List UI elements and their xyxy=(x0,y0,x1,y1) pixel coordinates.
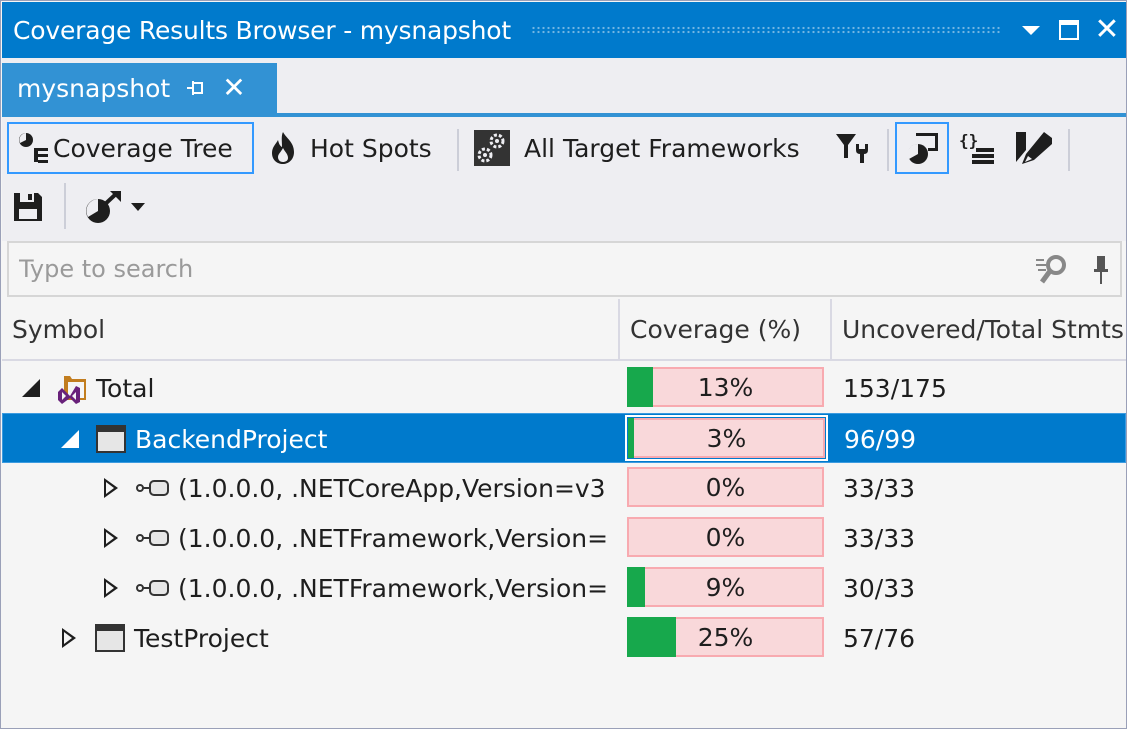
edit-marker-button[interactable] xyxy=(1014,122,1054,174)
collapsed-triangle-icon[interactable] xyxy=(100,563,122,613)
coverage-percent: 25% xyxy=(697,622,754,652)
code-structure-icon: {} xyxy=(958,130,998,166)
project-icon xyxy=(95,423,127,455)
search-box xyxy=(7,241,1122,297)
assembly-icon xyxy=(136,526,170,550)
close-icon: ✕ xyxy=(1094,12,1120,47)
coverage-tree-icon xyxy=(17,130,53,166)
uncovered-total-stmts: 96/99 xyxy=(844,424,917,454)
target-frameworks-label: All Target Frameworks xyxy=(524,133,800,163)
uncovered-total-stmts: 33/33 xyxy=(843,523,916,553)
chevron-down-icon xyxy=(130,202,146,212)
coverage-bar: 0% xyxy=(627,467,824,507)
tree-row[interactable]: (1.0.0.0, .NETCoreApp,Version=v3 0% 33/33 xyxy=(2,463,1126,513)
highlight-coverage-button[interactable] xyxy=(895,122,949,174)
save-button[interactable] xyxy=(12,181,44,233)
hot-spots-label: Hot Spots xyxy=(310,133,432,163)
search-input[interactable] xyxy=(9,255,1034,283)
export-icon xyxy=(84,189,124,225)
flame-icon xyxy=(268,130,298,166)
tree-row[interactable]: BackendProject 3% 96/99 xyxy=(2,413,1126,463)
collapsed-triangle-icon[interactable] xyxy=(58,613,80,663)
target-frameworks-dropdown[interactable]: All Target Frameworks xyxy=(474,122,800,174)
symbol-cell: (1.0.0.0, .NETCoreApp,Version=v3 xyxy=(100,463,712,513)
symbol-label: Total xyxy=(96,373,155,403)
solution-icon xyxy=(56,372,88,404)
maximize-button[interactable] xyxy=(1050,10,1088,50)
coverage-bar: 25% xyxy=(627,617,824,657)
symbol-label: (1.0.0.0, .NETFramework,Version= xyxy=(178,523,609,553)
coverage-bar: 9% xyxy=(627,567,824,607)
symbol-label: (1.0.0.0, .NETFramework,Version= xyxy=(178,573,609,603)
coverage-bar: 0% xyxy=(627,517,824,557)
filter-settings-button[interactable] xyxy=(834,122,870,174)
save-icon xyxy=(12,191,44,223)
window-title: Coverage Results Browser - mysnapshot xyxy=(13,15,511,45)
export-dropdown-button[interactable] xyxy=(84,181,146,233)
title-bar: Coverage Results Browser - mysnapshot ✕ xyxy=(2,2,1126,58)
code-structure-button[interactable]: {} xyxy=(958,122,998,174)
tree-row[interactable]: (1.0.0.0, .NETFramework,Version= 9% 30/33 xyxy=(2,563,1126,613)
coverage-percent: 3% xyxy=(706,423,747,453)
symbol-label: TestProject xyxy=(134,623,269,653)
chevron-down-icon xyxy=(1022,25,1040,35)
tab-mysnapshot[interactable]: mysnapshot ✕ xyxy=(2,63,277,113)
toolbar-separator xyxy=(64,183,66,229)
pin-icon[interactable] xyxy=(186,80,208,96)
toolbar-separator xyxy=(457,129,459,171)
symbol-cell: TestProject xyxy=(58,613,670,663)
coverage-bar: 13% xyxy=(627,367,824,407)
project-icon xyxy=(94,622,126,654)
maximize-icon xyxy=(1059,20,1079,40)
drag-grip[interactable] xyxy=(530,26,1000,34)
coverage-percent: 9% xyxy=(705,572,746,602)
coverage-tree-label: Coverage Tree xyxy=(53,133,233,163)
filter-settings-icon xyxy=(834,130,870,166)
uncovered-total-stmts: 30/33 xyxy=(843,573,916,603)
symbol-label: (1.0.0.0, .NETCoreApp,Version=v3 xyxy=(178,473,606,503)
grid-header: Symbol Coverage (%) Uncovered/Total Stmt… xyxy=(2,299,1126,361)
close-window-button[interactable]: ✕ xyxy=(1088,10,1126,50)
uncovered-total-stmts: 153/175 xyxy=(843,373,947,403)
coverage-percent: 0% xyxy=(705,472,746,502)
svg-text:{}: {} xyxy=(959,131,978,150)
coverage-results-window: Coverage Results Browser - mysnapshot ✕ … xyxy=(0,0,1127,729)
collapsed-triangle-icon[interactable] xyxy=(100,463,122,513)
symbol-label: BackendProject xyxy=(135,424,328,454)
coverage-percent: 13% xyxy=(697,372,754,402)
assembly-icon xyxy=(136,576,170,600)
close-tab-icon[interactable]: ✕ xyxy=(222,74,245,102)
collapsed-triangle-icon[interactable] xyxy=(100,513,122,563)
edit-marker-icon xyxy=(1014,130,1054,166)
highlight-coverage-icon xyxy=(904,130,940,166)
expanded-triangle-icon[interactable] xyxy=(59,414,81,464)
toolbar-separator xyxy=(887,129,889,171)
search-options-icon[interactable] xyxy=(1034,252,1070,286)
uncovered-total-stmts: 57/76 xyxy=(843,623,916,653)
symbol-cell: (1.0.0.0, .NETFramework,Version= xyxy=(100,513,712,563)
tree-row[interactable]: (1.0.0.0, .NETFramework,Version= 0% 33/33 xyxy=(2,513,1126,563)
coverage-bar: 3% xyxy=(625,415,828,461)
toolbar: Coverage Tree Hot Spots All Target Frame… xyxy=(2,117,1126,241)
column-header-symbol[interactable]: Symbol xyxy=(2,299,618,359)
symbol-cell: BackendProject xyxy=(59,414,671,464)
column-header-coverage[interactable]: Coverage (%) xyxy=(620,299,830,359)
uncovered-total-stmts: 33/33 xyxy=(843,473,916,503)
tree-row[interactable]: Total 13% 153/175 xyxy=(2,363,1126,413)
tab-strip: mysnapshot ✕ xyxy=(2,58,1126,118)
column-header-stmts[interactable]: Uncovered/Total Stmts xyxy=(832,299,1126,359)
coverage-percent: 0% xyxy=(705,522,746,552)
toolbar-separator xyxy=(1068,129,1070,171)
hot-spots-button[interactable]: Hot Spots xyxy=(268,122,432,174)
coverage-tree-button[interactable]: Coverage Tree xyxy=(7,122,254,174)
pin-search-icon[interactable] xyxy=(1092,252,1110,286)
tab-label: mysnapshot xyxy=(17,73,171,103)
assembly-icon xyxy=(136,476,170,500)
tree-row[interactable]: TestProject 25% 57/76 xyxy=(2,613,1126,663)
window-dropdown-button[interactable] xyxy=(1012,10,1050,50)
symbol-cell: (1.0.0.0, .NETFramework,Version= xyxy=(100,563,712,613)
gears-icon xyxy=(474,130,510,166)
expanded-triangle-icon[interactable] xyxy=(20,363,42,413)
symbol-cell: Total xyxy=(20,363,632,413)
